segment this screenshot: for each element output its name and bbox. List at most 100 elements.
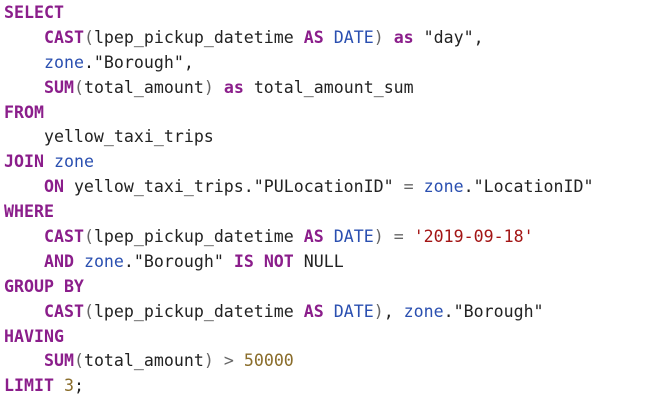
code-token-keyword: HAVING <box>4 326 64 346</box>
code-token-plain: ."Borough" <box>123 251 234 271</box>
code-line: JOIN zone <box>4 150 645 175</box>
code-token-operator: ( <box>83 301 94 321</box>
code-line: WHERE <box>4 200 645 225</box>
code-token-keyword: AS <box>303 301 324 321</box>
code-token-keyword: ON <box>43 177 64 197</box>
code-line: FROM <box>4 101 645 126</box>
code-token-keyword: GROUP BY <box>4 276 84 296</box>
code-token-keyword: AS <box>303 27 324 47</box>
code-body: SELECT CAST(lpep_pickup_datetime AS DATE… <box>4 1 645 399</box>
code-token-string: '2019-09-18' <box>413 227 534 247</box>
code-token-plain: yellow_taxi_trips."PULocationID" <box>63 177 404 197</box>
code-token-keyword: SUM <box>43 77 74 97</box>
code-token-identifier: zone <box>403 301 444 321</box>
code-token-identifier: DATE <box>333 227 374 247</box>
code-token-operator: = <box>393 227 404 247</box>
code-line: HAVING <box>4 325 645 350</box>
code-token-operator: ) <box>373 27 384 47</box>
code-token-keyword: SELECT <box>4 3 64 22</box>
code-line: LIMIT 3; <box>4 374 645 399</box>
code-token-plain: total_amount_sum <box>243 77 414 97</box>
code-line: CAST(lpep_pickup_datetime AS DATE) as "d… <box>4 26 645 51</box>
code-token-keyword: IS <box>233 251 254 271</box>
code-line: GROUP BY <box>4 275 645 300</box>
code-line: zone."Borough", <box>4 51 645 76</box>
code-token-identifier: DATE <box>333 27 374 47</box>
code-token-plain: ; <box>73 376 84 396</box>
code-token-plain: lpep_pickup_datetime <box>93 301 304 321</box>
code-token-keyword: SUM <box>43 351 74 371</box>
code-token-operator: ) <box>203 351 214 371</box>
code-token-keyword: CAST <box>43 301 84 321</box>
code-token-number: 50000 <box>243 351 294 371</box>
code-token-identifier: zone <box>423 177 464 197</box>
code-token-keyword: WHERE <box>4 202 54 222</box>
code-token-keyword: CAST <box>43 227 84 247</box>
code-line: SUM(total_amount) as total_amount_sum <box>4 76 645 101</box>
code-token-plain: NULL <box>293 251 344 271</box>
code-token-plain: ."Borough", <box>83 52 194 72</box>
code-token-keyword: as <box>223 77 244 97</box>
code-token-operator: > <box>223 351 234 371</box>
code-token-plain: lpep_pickup_datetime <box>93 27 304 47</box>
code-token-plain: yellow_taxi_trips <box>4 127 214 147</box>
code-line: CAST(lpep_pickup_datetime AS DATE) = '20… <box>4 225 645 250</box>
code-token-number: 3 <box>63 376 74 396</box>
code-token-plain: ."LocationID" <box>463 177 594 197</box>
code-token-keyword: JOIN <box>4 152 44 172</box>
code-token-operator: ( <box>83 27 94 47</box>
code-line: SUM(total_amount) > 50000 <box>4 349 645 374</box>
code-token-operator: ) <box>373 301 384 321</box>
code-line: yellow_taxi_trips <box>4 125 645 150</box>
code-token-keyword: FROM <box>4 102 44 122</box>
code-token-operator: = <box>403 177 414 197</box>
code-token-keyword: NOT <box>263 251 294 271</box>
code-token-identifier: zone <box>83 251 124 271</box>
code-token-plain: "day", <box>413 27 484 47</box>
code-token-operator: ( <box>73 77 84 97</box>
code-token-plain: , <box>383 301 404 321</box>
code-token-keyword: AND <box>43 251 74 271</box>
code-token-identifier: DATE <box>333 301 374 321</box>
code-token-operator: ) <box>203 77 214 97</box>
sql-code-editor[interactable]: SELECT CAST(lpep_pickup_datetime AS DATE… <box>0 0 645 405</box>
code-line: SELECT <box>4 1 645 26</box>
code-token-plain: lpep_pickup_datetime <box>93 227 304 247</box>
code-line: AND zone."Borough" IS NOT NULL <box>4 250 645 275</box>
code-token-plain: total_amount <box>83 351 204 371</box>
code-token-keyword: as <box>393 27 414 47</box>
code-line: ON yellow_taxi_trips."PULocationID" = zo… <box>4 175 645 200</box>
code-token-keyword: CAST <box>43 27 84 47</box>
code-line: CAST(lpep_pickup_datetime AS DATE), zone… <box>4 300 645 325</box>
code-token-keyword: AS <box>303 227 324 247</box>
code-token-identifier: zone <box>53 152 94 172</box>
code-token-operator: ) <box>373 227 384 247</box>
code-token-identifier: zone <box>43 52 84 72</box>
code-token-plain: ."Borough" <box>443 301 544 321</box>
code-token-operator: ( <box>83 227 94 247</box>
code-token-plain: total_amount <box>83 77 204 97</box>
code-token-keyword: LIMIT <box>4 376 54 396</box>
